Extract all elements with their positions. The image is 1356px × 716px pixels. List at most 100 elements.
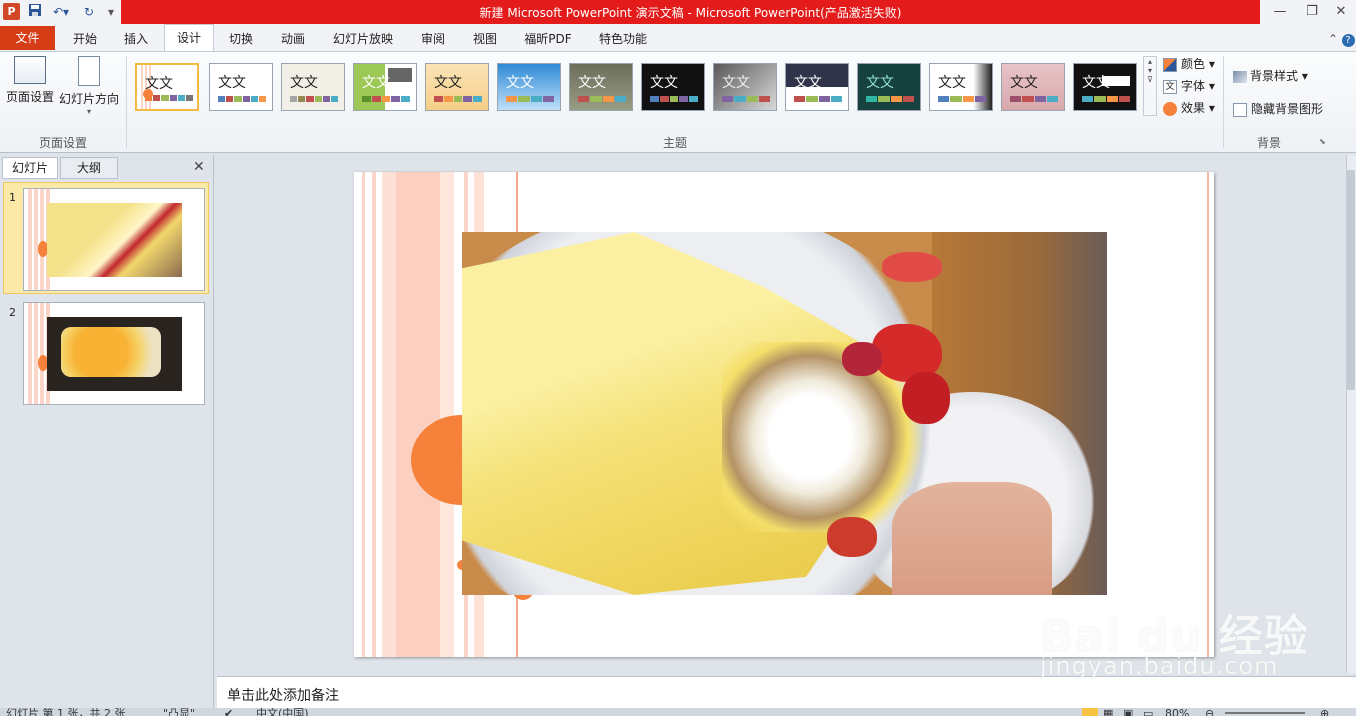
background-styles-label: 背景样式: [1250, 69, 1299, 83]
tab-review[interactable]: 审阅: [410, 28, 456, 52]
tab-file[interactable]: 文件: [0, 26, 55, 50]
decorative-line-right: [1207, 172, 1209, 657]
watermark-url: jingyan.baidu.com: [1040, 652, 1279, 680]
tab-foxit-pdf[interactable]: 福昕PDF: [516, 28, 580, 52]
page-setup-group-label: 页面设置: [38, 136, 87, 150]
theme-thumbnail-14[interactable]: 文文: [1073, 63, 1137, 111]
theme-thumbnail-7[interactable]: 文文: [569, 63, 633, 111]
theme-sample-text: 文文: [218, 75, 246, 91]
theme-thumbnail-8[interactable]: 文文: [641, 63, 705, 111]
tab-animations[interactable]: 动画: [270, 28, 316, 52]
close-button[interactable]: ✕: [1327, 2, 1355, 22]
group-divider: [126, 56, 127, 148]
slide-number: 2: [9, 306, 16, 319]
background-group-label: 背景: [1256, 136, 1281, 150]
slide-count-status: 幻灯片 第 1 张，共 2 张: [6, 708, 126, 716]
zoom-slider[interactable]: [1225, 712, 1305, 714]
page-setup-icon: [14, 56, 46, 84]
theme-sample-text: 文文: [1010, 75, 1038, 91]
slide-sorter-icon[interactable]: ▦: [1103, 708, 1113, 716]
slide-number: 1: [9, 191, 16, 204]
hide-background-graphics-checkbox[interactable]: 隐藏背景图形: [1233, 99, 1323, 119]
undo-icon[interactable]: ↶▾: [48, 3, 74, 21]
ribbon-tab-bar: 文件 开始 插入 设计 切换 动画 幻灯片放映 审阅 视图 福昕PDF 特色功能…: [0, 24, 1356, 52]
theme-thumbnail-6[interactable]: 文文: [497, 63, 561, 111]
tab-slides[interactable]: 幻灯片: [2, 157, 58, 179]
theme-colors-button[interactable]: 颜色 ▾: [1163, 54, 1215, 74]
status-bar: 幻灯片 第 1 张，共 2 张 "凸显" ✔ 中文(中国) ▦ ▣ ▭ 80% …: [0, 708, 1356, 716]
theme-thumbnail-1[interactable]: 文文: [135, 63, 199, 111]
slide-thumbnail-2[interactable]: [23, 302, 205, 405]
customize-qat-icon[interactable]: ▾: [104, 3, 118, 21]
tab-slideshow[interactable]: 幻灯片放映: [325, 28, 401, 52]
theme-thumbnail-11[interactable]: 文文: [857, 63, 921, 111]
background-styles-icon: [1233, 70, 1247, 83]
theme-gallery-scroll[interactable]: ▴ ▾ ⊽: [1143, 56, 1157, 116]
powerpoint-app-icon[interactable]: P: [3, 3, 20, 20]
dialog-launcher-icon[interactable]: ⬊: [1319, 137, 1326, 146]
colors-icon: [1163, 57, 1177, 72]
theme-thumbnail-5[interactable]: 文文: [425, 63, 489, 111]
slide-orientation-button[interactable]: 幻灯片方向 ▾: [58, 56, 120, 116]
normal-view-icon[interactable]: [1082, 708, 1098, 716]
window-title: 新建 Microsoft PowerPoint 演示文稿 - Microsoft…: [479, 6, 902, 20]
tab-outline[interactable]: 大纲: [60, 157, 118, 179]
slideshow-view-icon[interactable]: ▭: [1143, 708, 1153, 716]
theme-thumbnail-13[interactable]: 文文: [1001, 63, 1065, 111]
theme-sample-text: 文文: [866, 75, 894, 91]
slide-orientation-icon: [78, 56, 100, 86]
tab-special-features[interactable]: 特色功能: [590, 28, 656, 52]
vertical-scrollbar-thumb[interactable]: [1347, 170, 1355, 390]
theme-sample-text: 文文: [434, 75, 462, 91]
language-status[interactable]: 中文(中国): [256, 708, 309, 716]
slide-thumbnail-1[interactable]: [23, 188, 205, 291]
tab-design[interactable]: 设计: [164, 24, 214, 51]
redo-icon[interactable]: ↻: [80, 3, 98, 21]
spellcheck-icon[interactable]: ✔: [224, 708, 233, 716]
tab-transitions[interactable]: 切换: [218, 28, 264, 52]
checkbox-icon: [1233, 102, 1247, 117]
theme-sample-text: 文文: [145, 76, 173, 92]
background-styles-button[interactable]: 背景样式 ▾: [1233, 66, 1308, 86]
restore-button[interactable]: ❐: [1298, 2, 1326, 22]
theme-thumbnail-12[interactable]: 文文: [929, 63, 993, 111]
theme-sample-text: 文文: [722, 75, 750, 91]
save-icon[interactable]: [26, 3, 44, 21]
theme-thumbnail-9[interactable]: 文文: [713, 63, 777, 111]
zoom-out-icon[interactable]: ⊖: [1205, 708, 1214, 716]
help-icon[interactable]: ?: [1341, 28, 1355, 52]
slide-photo-crepe[interactable]: [462, 232, 1107, 595]
zoom-level[interactable]: 80%: [1165, 708, 1189, 716]
close-pane-icon[interactable]: ✕: [193, 159, 205, 175]
reading-view-icon[interactable]: ▣: [1123, 708, 1133, 716]
slide-canvas[interactable]: [354, 172, 1214, 657]
tab-insert[interactable]: 插入: [113, 28, 159, 52]
collapse-ribbon-icon[interactable]: ⌃: [1325, 28, 1341, 52]
page-setup-button[interactable]: 页面设置: [4, 56, 56, 105]
theme-thumbnail-10[interactable]: 文文: [785, 63, 849, 111]
theme-thumbnail-4[interactable]: 文文: [353, 63, 417, 111]
minimize-button[interactable]: —: [1266, 2, 1294, 22]
theme-name-status: "凸显": [163, 708, 196, 716]
tab-home[interactable]: 开始: [60, 28, 110, 52]
effects-label: 效果: [1181, 101, 1206, 115]
tab-view[interactable]: 视图: [462, 28, 508, 52]
theme-sample-text: 文文: [794, 75, 822, 91]
theme-thumbnail-3[interactable]: 文文: [281, 63, 345, 111]
slides-pane: 幻灯片 大纲 ✕ 1 2: [0, 155, 214, 708]
theme-sample-text: 文文: [362, 75, 390, 91]
zoom-in-icon[interactable]: ⊕: [1320, 708, 1329, 716]
theme-sample-text: 文文: [1082, 75, 1110, 91]
colors-label: 颜色: [1181, 57, 1206, 71]
theme-sample-text: 文文: [506, 75, 534, 91]
dropdown-arrow-icon: ▾: [86, 107, 91, 116]
group-divider: [1223, 56, 1224, 148]
theme-thumbnail-2[interactable]: 文文: [209, 63, 273, 111]
title-bar: P ↶▾ ↻ ▾ 新建 Microsoft PowerPoint 演示文稿 - …: [0, 0, 1356, 24]
theme-fonts-button[interactable]: 文字体 ▾: [1163, 76, 1215, 96]
slide-orientation-label: 幻灯片方向: [58, 92, 119, 106]
theme-effects-button[interactable]: 效果 ▾: [1163, 98, 1215, 118]
notes-pane[interactable]: 单击此处添加备注: [217, 676, 1356, 708]
notes-placeholder[interactable]: 单击此处添加备注: [227, 685, 339, 705]
theme-sample-text: 文文: [578, 75, 606, 91]
